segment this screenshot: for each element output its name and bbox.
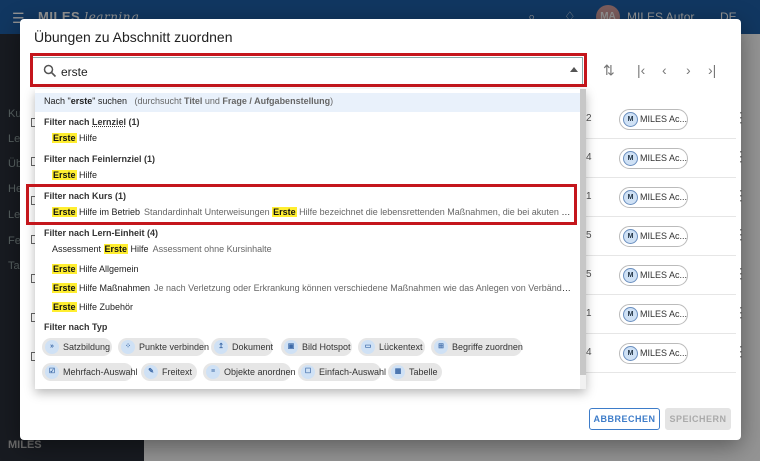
more-options-icon[interactable]: ⋮ [734,266,748,280]
type-chip[interactable]: » Satzbildung [42,338,112,356]
search-highlight-frame [30,53,587,87]
row-count: 4 [586,152,592,163]
table-row[interactable]: 1 M MILES Ac... ⋮ [586,295,748,334]
option-feinlernziel[interactable]: Erste Hilfe [52,170,572,180]
first-page-icon[interactable]: |‹ [637,62,645,78]
save-button[interactable]: SPEICHERN [665,408,731,430]
next-page-icon[interactable]: › [686,62,691,78]
option-lerneinheit[interactable]: Assessment Erste Hilfe Assessment ohne Ku… [52,244,572,254]
dropdown-scrollbar[interactable] [580,89,586,389]
avatar: M [623,151,638,166]
type-icon: ↥ [214,340,228,354]
author-chip[interactable]: M MILES Ac... [619,187,688,208]
type-chip[interactable]: ▣ Bild Hotspot [281,338,352,356]
row-count: 5 [586,230,592,241]
dialog-title: Übungen zu Abschnitt zuordnen [34,29,233,45]
row-count: 4 [586,347,592,358]
type-icon: ☑ [45,365,59,379]
more-options-icon[interactable]: ⋮ [734,305,748,319]
table-row[interactable]: 1 M MILES Ac... ⋮ [586,178,748,217]
row-count: 2 [586,113,592,124]
search-hint: (durchsucht Titel und Frage / Aufgabenst… [134,96,334,106]
avatar: M [623,229,638,244]
option-lerneinheit[interactable]: Erste Hilfe Allgemein [52,264,572,274]
type-chip[interactable]: ☑ Mehrfach-Auswahl [42,363,138,381]
avatar: M [623,307,638,322]
avatar: M [623,190,638,205]
more-options-icon[interactable]: ⋮ [734,344,748,358]
scrollbar-thumb[interactable] [580,89,586,375]
more-options-icon[interactable]: ⋮ [734,110,748,124]
autocomplete-dropdown: Nach "erste" suchen (durchsucht Titel un… [35,89,586,389]
prev-page-icon[interactable]: ‹ [662,62,667,78]
type-chip[interactable]: ▦ Tabelle [388,363,442,381]
group-header-lernziel: Filter nach Lernziel (1) [44,117,140,127]
type-chip[interactable]: ✎ Freitext [141,363,197,381]
type-chip[interactable]: ↥ Dokument [211,338,273,356]
group-header-typ: Filter nach Typ [44,322,108,332]
avatar: M [623,112,638,127]
type-chip[interactable]: ≡ Objekte anordnen [203,363,296,381]
row-count: 1 [586,308,592,319]
table-row[interactable]: 2 M MILES Ac... ⋮ [586,100,748,139]
author-chip[interactable]: M MILES Ac... [619,226,688,247]
type-icon: ⁘ [121,340,135,354]
author-chip[interactable]: M MILES Ac... [619,109,688,130]
more-options-icon[interactable]: ⋮ [734,149,748,163]
author-label: MILES Ac... [640,114,688,124]
search-all-option[interactable]: Nach "erste" suchen (durchsucht Titel un… [35,93,580,112]
table-row[interactable]: 5 M MILES Ac... ⋮ [586,256,748,295]
table-row[interactable]: 4 M MILES Ac... ⋮ [586,334,748,373]
type-chip[interactable]: ▭ Lückentext [358,338,425,356]
type-icon: ▭ [361,340,375,354]
type-icon: ▣ [284,340,298,354]
author-label: MILES Ac... [640,192,688,202]
table-row[interactable]: 4 M MILES Ac... ⋮ [586,139,748,178]
row-count: 5 [586,269,592,280]
more-options-icon[interactable]: ⋮ [734,188,748,202]
kurs-highlight-frame [26,184,577,225]
author-chip[interactable]: M MILES Ac... [619,304,688,325]
author-chip[interactable]: M MILES Ac... [619,265,688,286]
avatar: M [623,346,638,361]
type-icon: ☐ [301,365,315,379]
author-label: MILES Ac... [640,309,688,319]
sort-icon[interactable]: ⇅ [603,62,615,79]
type-icon: ▦ [391,365,405,379]
author-chip[interactable]: M MILES Ac... [619,148,688,169]
avatar: M [623,268,638,283]
last-page-icon[interactable]: ›| [708,62,716,78]
type-icon: » [45,340,59,354]
group-header-feinlernziel: Filter nach Feinlernziel (1) [44,154,156,164]
author-label: MILES Ac... [640,153,688,163]
type-icon: ✎ [144,365,158,379]
author-label: MILES Ac... [640,270,688,280]
type-icon: ≡ [206,365,220,379]
group-header-lerneinheit: Filter nach Lern-Einheit (4) [44,228,159,238]
author-label: MILES Ac... [640,348,688,358]
author-chip[interactable]: M MILES Ac... [619,343,688,364]
type-chip[interactable]: ⁘ Punkte verbinden [118,338,209,356]
author-label: MILES Ac... [640,231,688,241]
cancel-button[interactable]: ABBRECHEN [589,408,660,430]
type-chip[interactable]: ⊞ Begriffe zuordnen [431,338,523,356]
row-count: 1 [586,191,592,202]
option-lernziel[interactable]: Erste Hilfe [52,133,572,143]
option-lerneinheit[interactable]: Erste Hilfe Zubehör [52,302,572,312]
type-chip[interactable]: ☐ Einfach-Auswahl [298,363,386,381]
table-row[interactable]: 5 M MILES Ac... ⋮ [586,217,748,256]
type-icon: ⊞ [434,340,448,354]
option-lerneinheit[interactable]: Erste Hilfe Maßnahmen Je nach Verletzung … [52,283,572,293]
more-options-icon[interactable]: ⋮ [734,227,748,241]
